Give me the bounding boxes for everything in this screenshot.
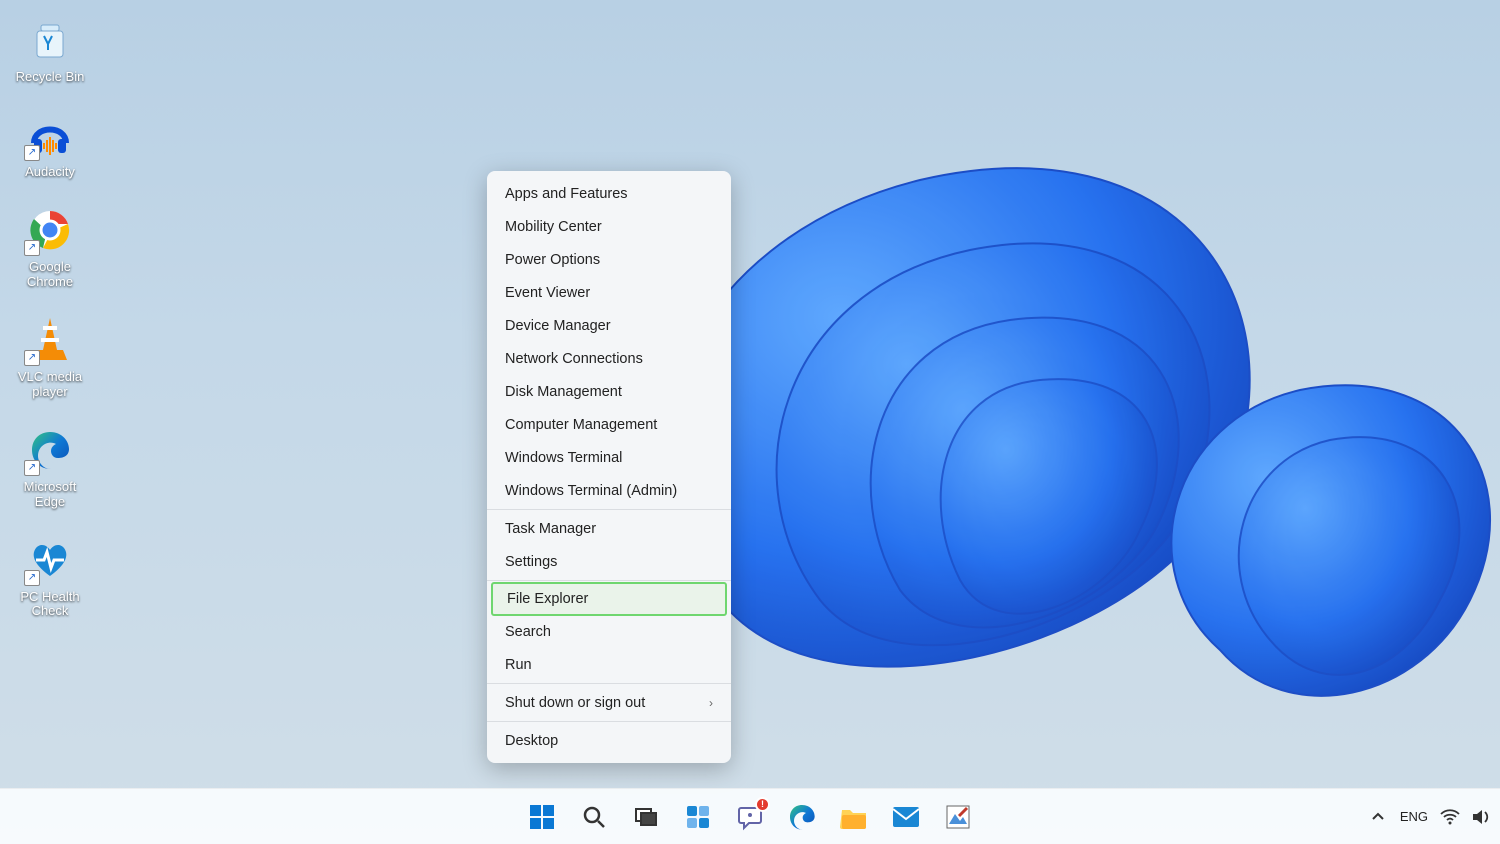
taskbar-systray: ENG (1368, 807, 1492, 827)
desktop-icon-vlc[interactable]: ↗ VLC media player (0, 312, 100, 404)
widgets-button[interactable] (676, 795, 720, 839)
menu-item-label: Network Connections (505, 351, 643, 367)
chevron-up-icon (1371, 810, 1385, 824)
mail-icon (892, 806, 920, 828)
menu-item-label: Search (505, 624, 551, 640)
language-indicator[interactable]: ENG (1400, 809, 1428, 824)
shortcut-arrow-icon: ↗ (24, 570, 40, 586)
menu-separator (487, 580, 731, 581)
menu-item-label: Task Manager (505, 521, 596, 537)
mail-button[interactable] (884, 795, 928, 839)
shortcut-arrow-icon: ↗ (24, 145, 40, 161)
edge-button[interactable] (780, 795, 824, 839)
menu-item-label: Windows Terminal (505, 450, 622, 466)
edge-icon (788, 803, 816, 831)
desktop-icon-label: VLC media player (18, 370, 82, 400)
recycle-bin-icon (26, 16, 74, 64)
menu-item-label: File Explorer (507, 591, 588, 607)
menu-item-mobility-center[interactable]: Mobility Center (487, 210, 731, 243)
desktop-icon-audacity[interactable]: ↗ Audacity (0, 107, 100, 184)
audacity-icon: ↗ (26, 111, 74, 159)
menu-item-shutdown-signout[interactable]: Shut down or sign out › (487, 686, 731, 719)
menu-item-label: Computer Management (505, 417, 657, 433)
wifi-button[interactable] (1440, 807, 1460, 827)
menu-separator (487, 509, 731, 510)
menu-item-label: Apps and Features (505, 186, 628, 202)
menu-item-label: Power Options (505, 252, 600, 268)
edge-icon: ↗ (26, 426, 74, 474)
desktop-icons: Recycle Bin ↗ Audacity (0, 12, 100, 623)
menu-separator (487, 683, 731, 684)
menu-item-label: Shut down or sign out (505, 695, 645, 711)
show-hidden-icons-button[interactable] (1368, 807, 1388, 827)
chrome-icon: ↗ (26, 206, 74, 254)
menu-item-network-connections[interactable]: Network Connections (487, 342, 731, 375)
vlc-icon: ↗ (26, 316, 74, 364)
menu-item-label: Settings (505, 554, 557, 570)
folder-icon (840, 804, 868, 830)
menu-item-desktop[interactable]: Desktop (487, 724, 731, 757)
menu-item-windows-terminal[interactable]: Windows Terminal (487, 441, 731, 474)
desktop-icon-pc-health[interactable]: ↗ PC Health Check (0, 532, 100, 624)
menu-item-label: Disk Management (505, 384, 622, 400)
image-editor-icon (945, 804, 971, 830)
desktop-icon-label: Audacity (25, 165, 75, 180)
taskbar-center: ! (520, 795, 980, 839)
menu-item-settings[interactable]: Settings (487, 545, 731, 578)
menu-item-computer-management[interactable]: Computer Management (487, 408, 731, 441)
menu-item-search[interactable]: Search (487, 615, 731, 648)
task-view-button[interactable] (624, 795, 668, 839)
desktop-icon-label: Microsoft Edge (24, 480, 77, 510)
volume-button[interactable] (1472, 807, 1492, 827)
menu-item-label: Run (505, 657, 532, 673)
menu-item-label: Desktop (505, 733, 558, 749)
widgets-icon (685, 804, 711, 830)
shortcut-arrow-icon: ↗ (24, 350, 40, 366)
menu-separator (487, 721, 731, 722)
shortcut-arrow-icon: ↗ (24, 460, 40, 476)
menu-item-device-manager[interactable]: Device Manager (487, 309, 731, 342)
menu-item-event-viewer[interactable]: Event Viewer (487, 276, 731, 309)
desktop-icon-label: Recycle Bin (16, 70, 85, 85)
wifi-icon (1440, 809, 1460, 825)
menu-item-label: Event Viewer (505, 285, 590, 301)
menu-item-task-manager[interactable]: Task Manager (487, 512, 731, 545)
pc-health-icon: ↗ (26, 536, 74, 584)
chat-button[interactable]: ! (728, 795, 772, 839)
desktop-icon-label: PC Health Check (20, 590, 79, 620)
menu-item-run[interactable]: Run (487, 648, 731, 681)
menu-item-disk-management[interactable]: Disk Management (487, 375, 731, 408)
search-button[interactable] (572, 795, 616, 839)
desktop-icon-label: Google Chrome (27, 260, 73, 290)
image-editor-button[interactable] (936, 795, 980, 839)
menu-item-apps-and-features[interactable]: Apps and Features (487, 177, 731, 210)
search-icon (581, 804, 607, 830)
menu-item-file-explorer[interactable]: File Explorer (491, 582, 727, 616)
taskbar: ! (0, 788, 1500, 844)
winx-context-menu: Apps and Features Mobility Center Power … (487, 171, 731, 763)
desktop-icon-ms-edge[interactable]: ↗ Microsoft Edge (0, 422, 100, 514)
windows-logo-icon (529, 804, 555, 830)
desktop-icon-google-chrome[interactable]: ↗ Google Chrome (0, 202, 100, 294)
menu-item-label: Windows Terminal (Admin) (505, 483, 677, 499)
start-button[interactable] (520, 795, 564, 839)
menu-item-windows-terminal-admin[interactable]: Windows Terminal (Admin) (487, 474, 731, 507)
menu-item-label: Device Manager (505, 318, 611, 334)
task-view-icon (633, 804, 659, 830)
notification-badge: ! (755, 797, 770, 812)
chevron-right-icon: › (709, 696, 713, 710)
menu-item-power-options[interactable]: Power Options (487, 243, 731, 276)
shortcut-arrow-icon: ↗ (24, 240, 40, 256)
menu-item-label: Mobility Center (505, 219, 602, 235)
speaker-icon (1472, 808, 1492, 826)
desktop-icon-recycle-bin[interactable]: Recycle Bin (0, 12, 100, 89)
file-explorer-button[interactable] (832, 795, 876, 839)
